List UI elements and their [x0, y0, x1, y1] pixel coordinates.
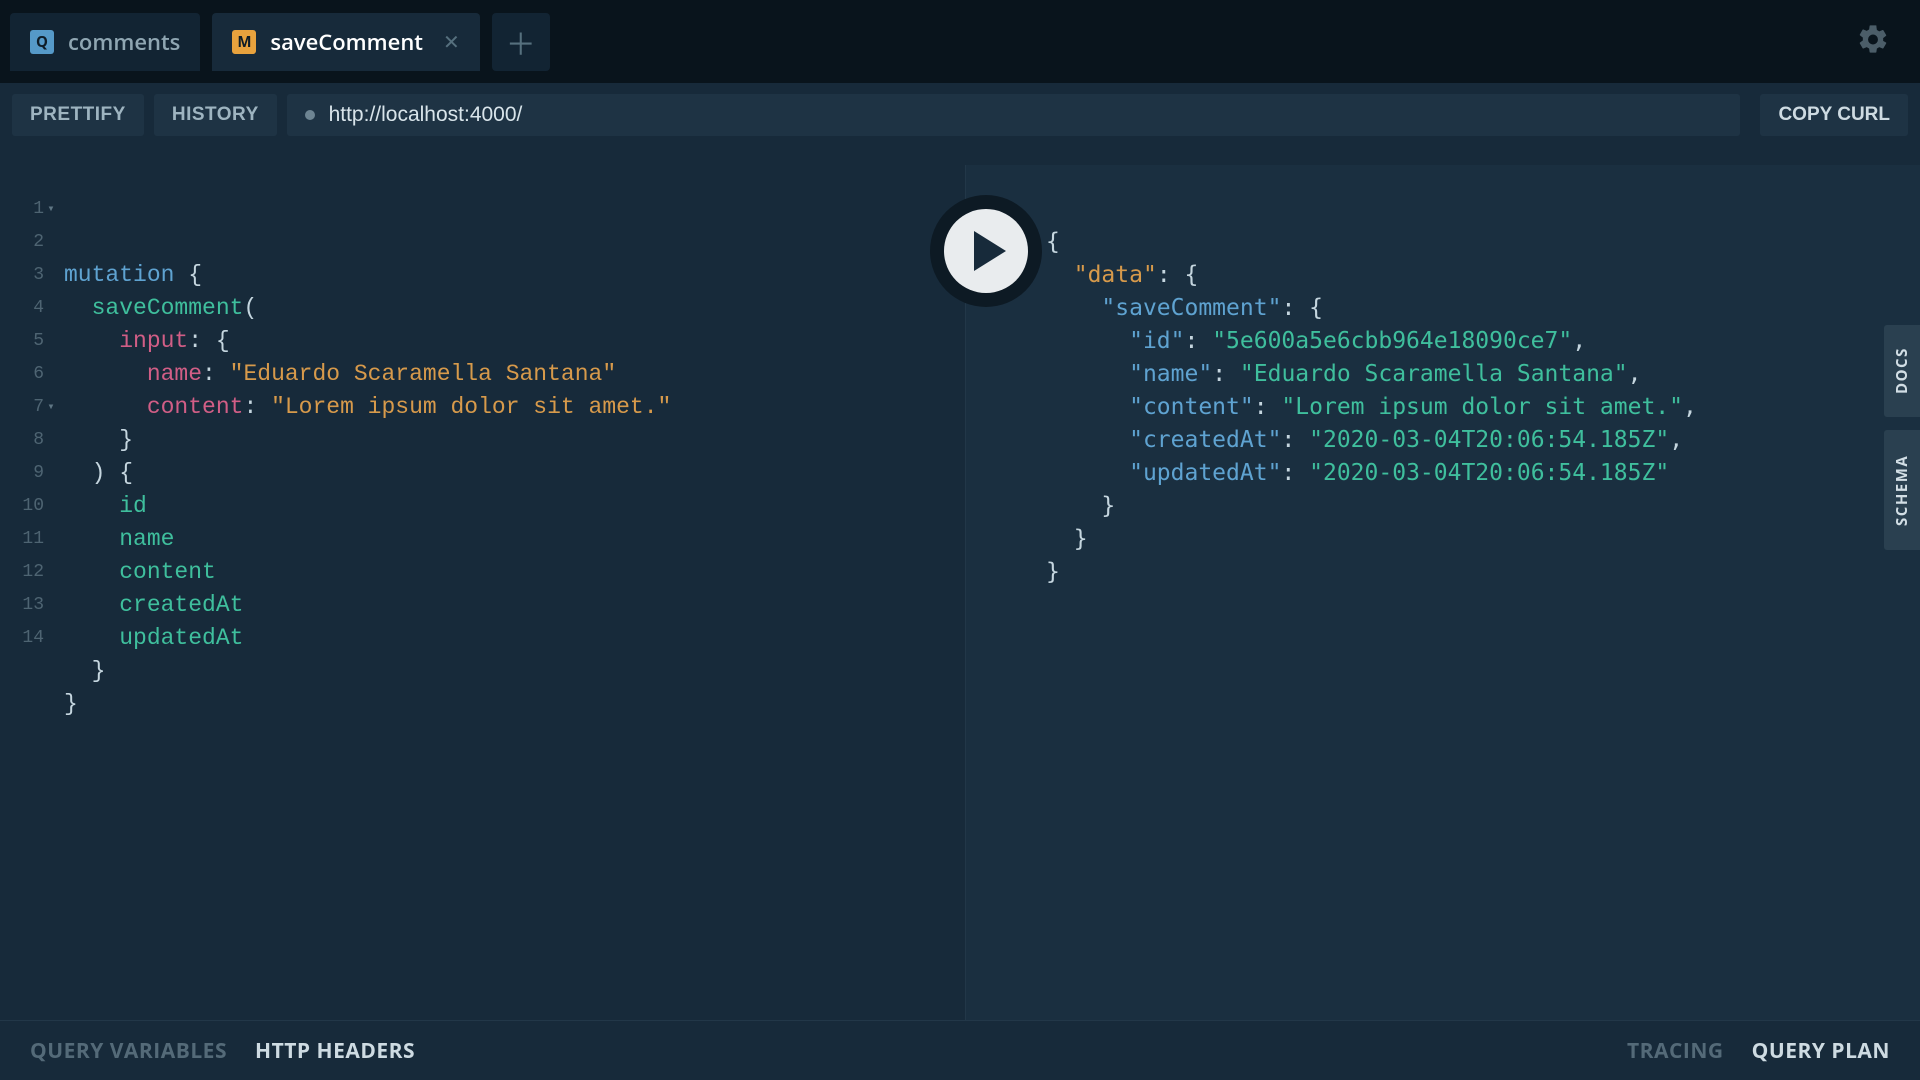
query-editor-pane[interactable]: 1 2 3 4 5 6 7 8 9 10 11 12 13 14 ▾▾mutat… — [0, 165, 965, 1020]
query-badge-icon: Q — [30, 30, 54, 54]
operation-name: saveComment — [92, 295, 244, 321]
tab-title: comments — [68, 27, 180, 57]
tab-title: saveComment — [270, 27, 423, 57]
field: updatedAt — [119, 625, 243, 651]
arg-key: content — [147, 394, 244, 420]
mutation-badge-icon: M — [232, 30, 256, 54]
endpoint-url-bar[interactable] — [287, 94, 1741, 136]
tab-query-plan[interactable]: QUERY PLAN — [1752, 1037, 1890, 1065]
docs-panel-toggle[interactable]: DOCS — [1884, 325, 1920, 417]
bottom-bar: QUERY VARIABLES HTTP HEADERS TRACING QUE… — [0, 1020, 1920, 1080]
keyword: mutation — [64, 262, 174, 288]
json-value: 2020-03-04T20:06:54.185Z — [1323, 427, 1655, 453]
json-key: data — [1088, 262, 1143, 288]
string-literal: "Eduardo Scaramella Santana" — [230, 361, 616, 387]
close-icon[interactable]: ✕ — [443, 28, 460, 55]
history-button[interactable]: HISTORY — [154, 94, 277, 136]
tab-http-headers[interactable]: HTTP HEADERS — [255, 1037, 415, 1065]
add-tab-button[interactable]: ＋ — [492, 13, 550, 71]
json-key: saveComment — [1115, 295, 1267, 321]
string-literal: "Lorem ipsum dolor sit amet." — [271, 394, 671, 420]
response-viewer[interactable]: ▾▾▾{ "data": { "saveComment": { "id": "5… — [966, 165, 1920, 609]
response-pane: ▾▾▾{ "data": { "saveComment": { "id": "5… — [965, 165, 1920, 1020]
toolbar: PRETTIFY HISTORY COPY CURL — [0, 83, 1920, 147]
tab-query-variables[interactable]: QUERY VARIABLES — [30, 1037, 227, 1065]
tab-bar: Q comments M saveComment ✕ ＋ — [0, 0, 1920, 83]
tab-comments[interactable]: Q comments — [10, 13, 200, 71]
field: id — [119, 493, 147, 519]
tab-tracing[interactable]: TRACING — [1627, 1037, 1724, 1065]
play-icon — [944, 209, 1028, 293]
field: createdAt — [119, 592, 243, 618]
copy-curl-button[interactable]: COPY CURL — [1760, 94, 1908, 136]
gear-icon[interactable] — [1856, 22, 1890, 61]
tab-savecomment[interactable]: M saveComment ✕ — [212, 13, 479, 71]
json-value: Eduardo Scaramella Santana — [1254, 361, 1614, 387]
json-value: Lorem ipsum dolor sit amet. — [1295, 394, 1669, 420]
field: content — [119, 559, 216, 585]
fold-gutter[interactable]: ▾▾ — [44, 193, 58, 424]
arg-key: name — [147, 361, 202, 387]
query-editor[interactable]: 1 2 3 4 5 6 7 8 9 10 11 12 13 14 ▾▾mutat… — [0, 165, 965, 741]
execute-button[interactable] — [930, 195, 1042, 307]
json-value: 5e600a5e6cbb964e18090ce7 — [1226, 328, 1558, 354]
json-value: 2020-03-04T20:06:54.185Z — [1323, 460, 1655, 486]
status-dot-icon — [305, 110, 315, 120]
field: name — [119, 526, 174, 552]
arg-key: input — [119, 328, 188, 354]
endpoint-url-input[interactable] — [329, 103, 1723, 127]
prettify-button[interactable]: PRETTIFY — [12, 94, 144, 136]
line-gutter: 1 2 3 4 5 6 7 8 9 10 11 12 13 14 — [0, 193, 44, 655]
schema-panel-toggle[interactable]: SCHEMA — [1884, 430, 1920, 550]
